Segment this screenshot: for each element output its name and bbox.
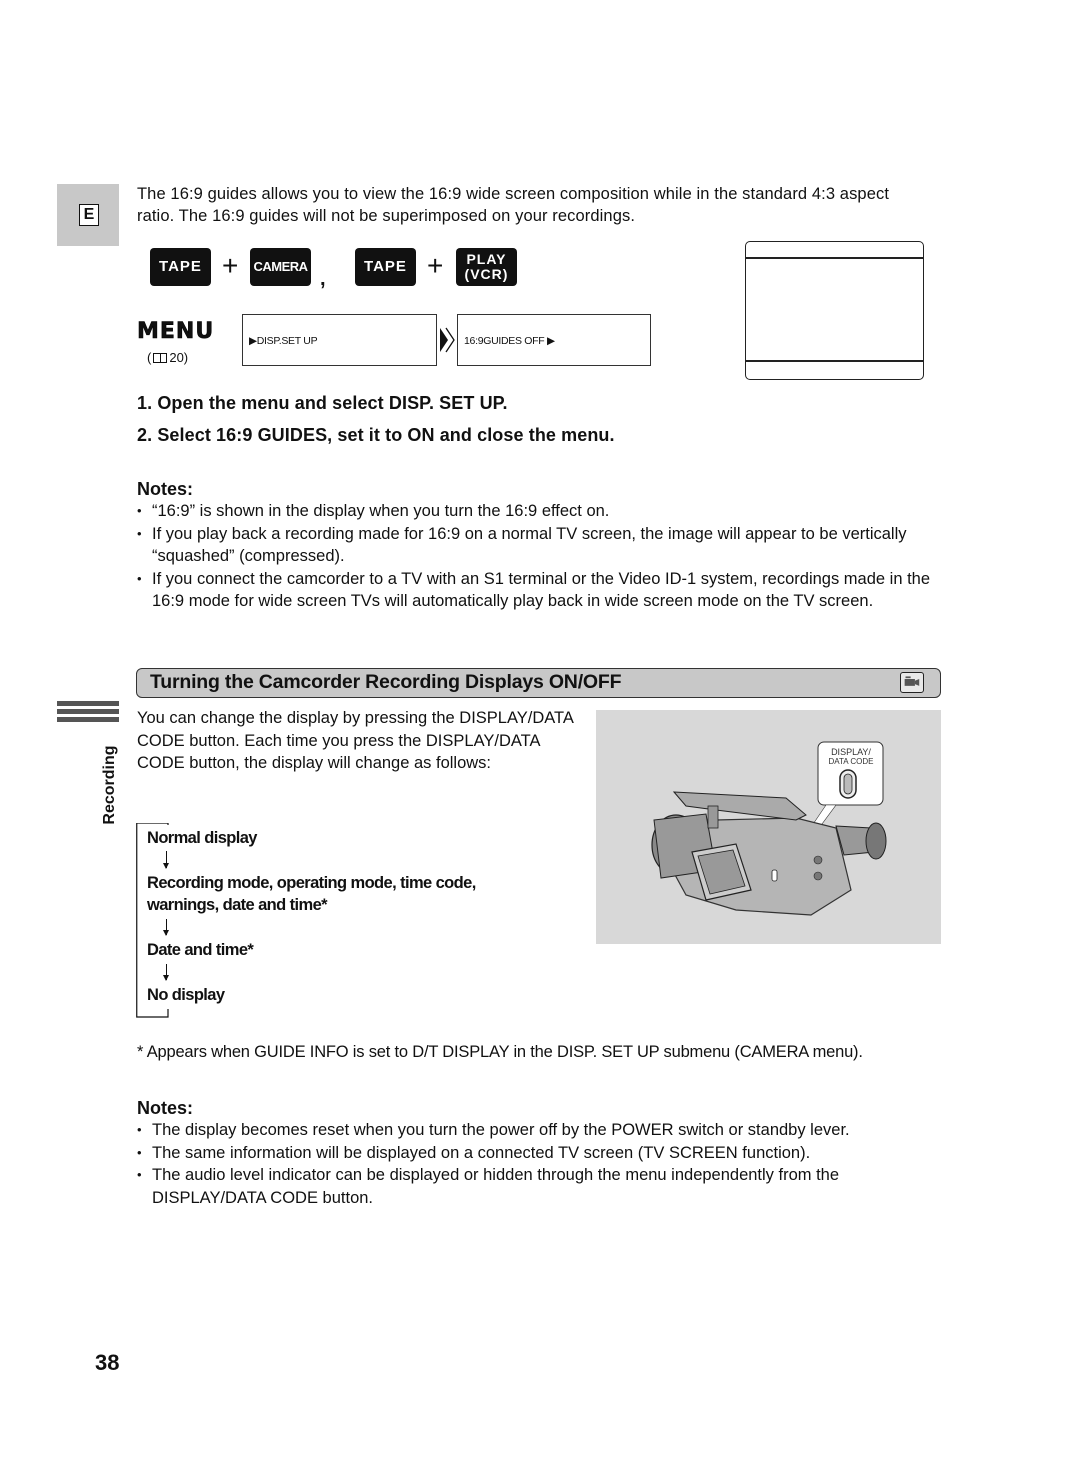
note-item: “16:9” is shown in the display when you … [137, 500, 937, 523]
notes-list-2: The display becomes reset when you turn … [137, 1119, 937, 1209]
arrow-down-icon [163, 851, 169, 869]
section-header: Turning the Camcorder Recording Displays… [136, 668, 941, 698]
chapter-label: Recording [101, 745, 118, 825]
camera-mode-icon [900, 672, 924, 693]
step-2: 2. Select 16:9 GUIDES, set it to ON and … [137, 425, 615, 445]
note-item: The display becomes reset when you turn … [137, 1119, 937, 1142]
tv-screen-guides-illustration [745, 241, 924, 380]
guide-line-bottom [746, 360, 923, 362]
body-paragraph: You can change the display by pressing t… [137, 709, 573, 772]
book-icon [153, 353, 168, 363]
notes-list: “16:9” is shown in the display when you … [137, 500, 937, 613]
lcd-menu-disp-setup: ▶DISP.SET UP [242, 314, 437, 366]
camera-key: CAMERA [250, 248, 311, 286]
arrow-down-icon [163, 919, 169, 936]
language-tab: E [57, 184, 119, 246]
tape-key: TAPE [150, 248, 211, 286]
callout-label-1: DISPLAY/ [831, 747, 871, 757]
flow-step-no-display: No display [147, 986, 225, 1004]
notes-heading-2: Notes: [137, 1098, 194, 1118]
menu-label: MENU [137, 319, 215, 345]
lcd-menu-guides: 16:9GUIDES OFF ▶ [457, 314, 651, 366]
chapter-marker [57, 701, 119, 725]
flow-step-normal: Normal display [147, 829, 257, 847]
flow-step-full-info: Recording mode, operating mode, time cod… [147, 874, 476, 892]
flow-step-full-info-2: warnings, date and time* [147, 896, 328, 914]
note-item: If you play back a recording made for 16… [137, 523, 937, 568]
notes-heading: Notes: [137, 479, 194, 499]
display-cycle-flow: Normal display Recording mode, operating… [136, 823, 536, 1019]
separator: , [320, 268, 326, 290]
menu-page-ref: (20) [147, 350, 189, 365]
step-1: 1. Open the menu and select DISP. SET UP… [137, 393, 508, 413]
play-vcr-key: PLAY (VCR) [456, 248, 517, 286]
note-item: The audio level indicator can be display… [137, 1164, 937, 1209]
flow-step-date-time: Date and time* [147, 941, 254, 959]
note-item: The same information will be displayed o… [137, 1142, 937, 1165]
footnote: * Appears when GUIDE INFO is set to D/T … [137, 1043, 863, 1061]
callout-label-2: DATA CODE [828, 757, 873, 766]
arrow-down-icon [163, 964, 169, 981]
double-chevron-icon [440, 327, 455, 353]
page-number: 38 [95, 1350, 120, 1375]
note-item: If you connect the camcorder to a TV wit… [137, 568, 937, 613]
plus-sign-2: + [427, 250, 444, 281]
section-title: Turning the Camcorder Recording Displays… [150, 671, 622, 693]
intro-paragraph: The 16:9 guides allows you to view the 1… [137, 185, 890, 225]
guide-line-top [746, 257, 923, 259]
plus-sign: + [222, 250, 239, 281]
camcorder-photo: DISPLAY/ DATA CODE [596, 710, 941, 944]
language-letter: E [79, 204, 99, 226]
tape-key-2: TAPE [355, 248, 416, 286]
